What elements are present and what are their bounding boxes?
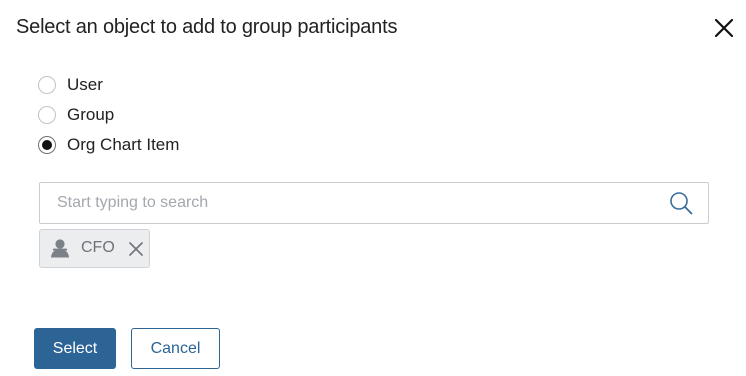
selected-item-label: CFO bbox=[81, 239, 115, 256]
select-button[interactable]: Select bbox=[34, 328, 116, 369]
selected-item-tag: CFO bbox=[39, 229, 150, 268]
close-icon bbox=[714, 18, 734, 38]
radio-option-group[interactable]: Group bbox=[38, 100, 179, 130]
search-input[interactable] bbox=[40, 183, 650, 223]
radio-option-org-chart-item[interactable]: Org Chart Item bbox=[38, 130, 179, 160]
radio-button-org-chart-item[interactable] bbox=[38, 136, 56, 154]
radio-label-group: Group bbox=[67, 105, 115, 124]
select-object-dialog: Select an object to add to group partici… bbox=[0, 0, 746, 376]
search-box bbox=[39, 182, 709, 224]
radio-option-user[interactable]: User bbox=[38, 70, 179, 100]
radio-button-group[interactable] bbox=[38, 106, 56, 124]
radio-label-user: User bbox=[67, 75, 103, 94]
close-button[interactable] bbox=[711, 15, 737, 41]
object-type-radio-group: User Group Org Chart Item bbox=[38, 70, 179, 160]
search-icon[interactable] bbox=[668, 190, 694, 216]
radio-label-org-chart-item: Org Chart Item bbox=[67, 135, 180, 154]
remove-icon[interactable] bbox=[128, 241, 144, 257]
cancel-button[interactable]: Cancel bbox=[131, 328, 220, 369]
org-position-icon bbox=[51, 239, 69, 258]
radio-button-user[interactable] bbox=[38, 76, 56, 94]
dialog-title: Select an object to add to group partici… bbox=[16, 16, 398, 38]
